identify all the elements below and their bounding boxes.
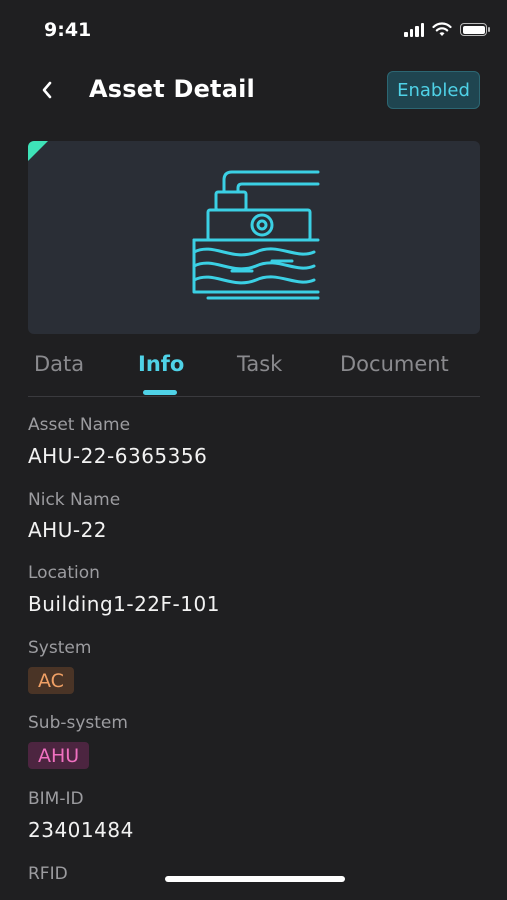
location-label: Location (28, 563, 100, 583)
air-handling-unit-icon (192, 170, 320, 300)
wifi-icon (432, 22, 452, 36)
tab-data[interactable]: Data (34, 352, 84, 376)
tab-task[interactable]: Task (237, 352, 282, 376)
cellular-signal-icon (404, 22, 424, 37)
battery-icon (460, 23, 490, 36)
status-time: 9:41 (44, 19, 92, 41)
bim-id-value: 23401484 (28, 818, 134, 842)
back-arrow-icon (42, 81, 52, 99)
page-title: Asset Detail (89, 75, 255, 103)
tab-bar: Data Info Task Document (28, 344, 480, 397)
corner-marker (28, 141, 48, 161)
asset-name-value: AHU-22-6365356 (28, 444, 208, 468)
nick-name-label: Nick Name (28, 490, 121, 510)
status-icons (404, 22, 490, 37)
status-badge[interactable]: Enabled (387, 71, 480, 109)
status-bar: 9:41 (0, 0, 507, 60)
bim-id-label: BIM-ID (28, 789, 84, 809)
sub-system-tag: AHU (28, 742, 90, 769)
tab-info[interactable]: Info (138, 352, 184, 376)
system-tag: AC (28, 667, 74, 694)
nick-name-value: AHU-22 (28, 518, 108, 542)
asset-image-card (28, 141, 480, 334)
asset-name-label: Asset Name (28, 415, 131, 435)
rfid-label: RFID (28, 864, 68, 884)
sub-system-label: Sub-system (28, 713, 128, 733)
system-label: System (28, 638, 92, 658)
active-tab-indicator (143, 390, 177, 395)
header: Asset Detail Enabled (0, 60, 507, 122)
back-button[interactable] (32, 72, 62, 108)
tab-document[interactable]: Document (340, 352, 449, 376)
home-indicator (165, 876, 345, 882)
location-value: Building1-22F-101 (28, 592, 220, 616)
